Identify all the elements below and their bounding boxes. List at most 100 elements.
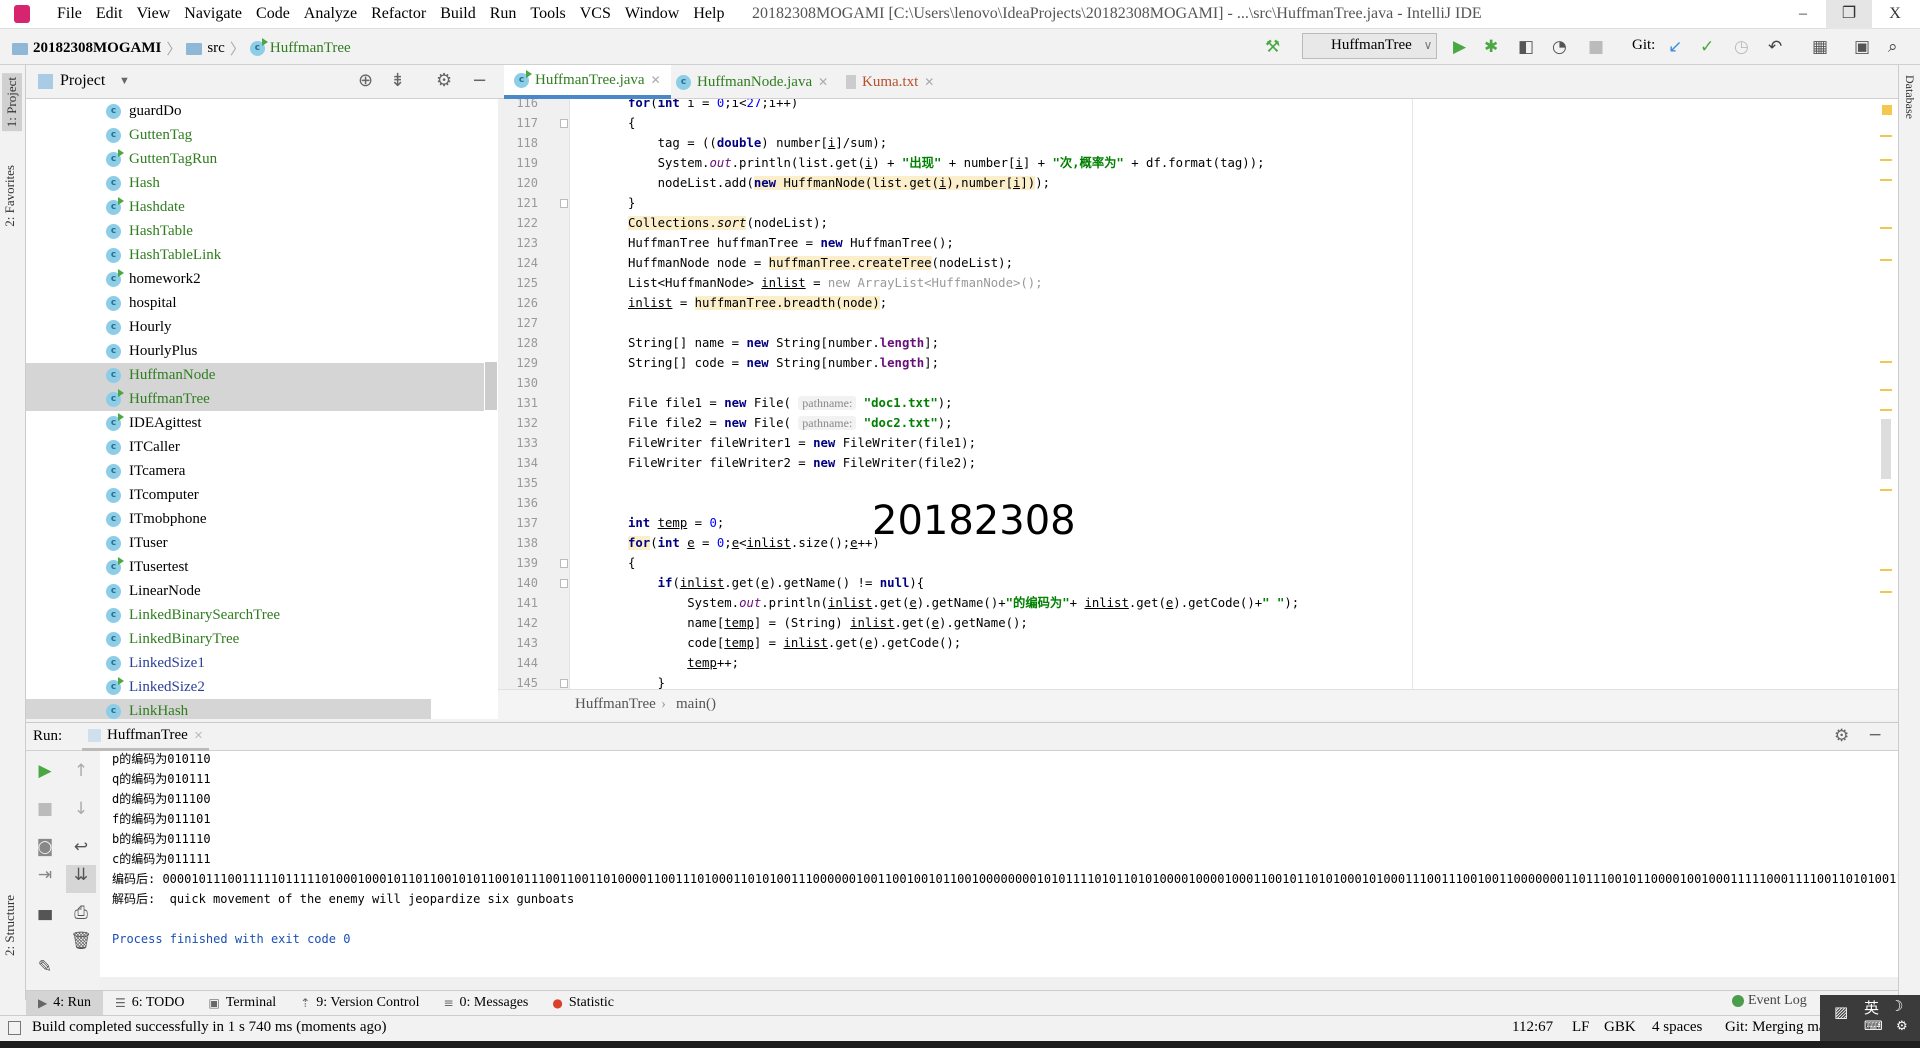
breadcrumb-project[interactable]: 20182308MOGAMI	[33, 40, 161, 57]
tool-window-6-todo[interactable]: ☰ 6: TODO	[103, 991, 197, 1015]
tree-item[interactable]: c LinkedBinaryTree	[26, 627, 484, 651]
database-tool-tab[interactable]: Database	[1902, 75, 1917, 119]
favorites-tool-tab[interactable]: 2: Favorites	[2, 165, 18, 227]
rollback-icon[interactable]: ↶	[1768, 37, 1782, 57]
tree-item[interactable]: c GuttenTagRun	[26, 147, 484, 171]
menu-file[interactable]: File	[57, 5, 82, 23]
tab-huffmannode-java[interactable]: c HuffmanNode.java ✕	[666, 65, 838, 99]
scroll-to-end-icon[interactable]: ⇊	[66, 865, 96, 893]
debug-icon[interactable]: ✱	[1484, 37, 1498, 57]
search-icon[interactable]: ⌕	[1888, 37, 1898, 57]
tree-item[interactable]: c ITcamera	[26, 459, 484, 483]
file-encoding[interactable]: GBK	[1604, 1019, 1636, 1036]
tree-item[interactable]: c HashTableLink	[26, 243, 484, 267]
rerun-icon[interactable]: ▶	[32, 761, 58, 781]
stop-icon[interactable]: ■	[1588, 37, 1604, 57]
console-horizontal-scrollbar[interactable]	[100, 977, 1898, 990]
tree-item[interactable]: c homework2	[26, 267, 484, 291]
tree-item[interactable]: c Hashdate	[26, 195, 484, 219]
tree-item[interactable]: c GuttenTag	[26, 123, 484, 147]
menu-navigate[interactable]: Navigate	[184, 5, 242, 23]
coverage-icon[interactable]: ◧	[1518, 37, 1534, 57]
tab-kuma-txt[interactable]: Kuma.txt ✕	[836, 65, 944, 99]
tab-huffmantree-java[interactable]: c HuffmanTree.java ✕	[504, 65, 671, 99]
run-configuration-select[interactable]: HuffmanTree ∨	[1302, 33, 1437, 59]
git-update-icon[interactable]: ↙	[1668, 37, 1682, 57]
code-editor[interactable]: 116 117 118 119 120 121 122 123 124 125 126 127 128 1…	[498, 99, 1898, 689]
presentation-icon[interactable]: ▣	[1854, 37, 1870, 57]
trash-icon[interactable]: 🗑	[68, 931, 94, 951]
image-icon[interactable]: ▨	[1834, 1003, 1848, 1021]
tool-window-4-run[interactable]: ▶ 4: Run	[26, 991, 103, 1015]
history-icon[interactable]: ◷	[1734, 37, 1749, 57]
restore-button[interactable]: ❐	[1826, 0, 1872, 29]
hide-icon[interactable]: −	[1868, 725, 1882, 745]
project-tool-tab[interactable]: 1: Project	[2, 73, 22, 132]
hide-icon[interactable]: −	[472, 70, 487, 91]
collapse-all-icon[interactable]: ⇟	[390, 70, 405, 91]
locate-icon[interactable]: ⊕	[358, 70, 373, 91]
caret-position[interactable]: 112:67	[1512, 1019, 1553, 1036]
tool-window-0-messages[interactable]: ≡ 0: Messages	[431, 991, 540, 1015]
gear-icon[interactable]: ⚙	[436, 70, 452, 91]
tree-item[interactable]: c guardDo	[26, 99, 484, 123]
run-icon[interactable]: ▶	[1453, 37, 1466, 57]
tree-item[interactable]: c HuffmanTree	[26, 387, 484, 411]
tree-item[interactable]: c HourlyPlus	[26, 339, 484, 363]
menu-edit[interactable]: Edit	[96, 5, 123, 23]
breadcrumb-method[interactable]: main()	[676, 696, 716, 713]
breadcrumb-class[interactable]: HuffmanTree	[575, 696, 656, 713]
menu-help[interactable]: Help	[693, 5, 724, 23]
editor-scrollbar[interactable]	[1872, 99, 1898, 689]
project-structure-icon[interactable]: ▦	[1812, 37, 1828, 57]
gear-icon[interactable]: ⚙	[1896, 1019, 1908, 1034]
breadcrumb-src[interactable]: src	[207, 40, 225, 57]
tree-item[interactable]: c LinkedBinarySearchTree	[26, 603, 484, 627]
soft-wrap-icon[interactable]: ↩	[68, 837, 94, 857]
tree-item[interactable]: c LinearNode	[26, 579, 484, 603]
menu-build[interactable]: Build	[440, 5, 476, 23]
menu-code[interactable]: Code	[256, 5, 290, 23]
run-tab[interactable]: HuffmanTree ✕	[82, 723, 210, 751]
menu-view[interactable]: View	[137, 5, 171, 23]
moon-icon[interactable]: ☽	[1890, 997, 1903, 1015]
profile-icon[interactable]: ◔	[1552, 37, 1567, 57]
tool-window-terminal[interactable]: ▣ Terminal	[197, 991, 289, 1015]
menu-vcs[interactable]: VCS	[580, 5, 611, 23]
project-scrollbar[interactable]	[485, 362, 497, 410]
minimize-button[interactable]: –	[1780, 0, 1826, 29]
down-arrow-icon[interactable]: ↓	[68, 799, 94, 819]
tree-item[interactable]: c HashTable	[26, 219, 484, 243]
menu-analyze[interactable]: Analyze	[304, 5, 357, 23]
camera-icon[interactable]: ◙	[32, 837, 58, 857]
keyboard-icon[interactable]: ⌨	[1864, 1019, 1883, 1034]
close-tab-icon[interactable]: ✕	[818, 75, 828, 89]
tree-item[interactable]: c LinkHash	[26, 699, 431, 719]
close-tab-icon[interactable]: ✕	[924, 75, 934, 89]
build-hammer-icon[interactable]: ⚒	[1265, 37, 1280, 57]
pin-icon[interactable]: ✎	[32, 957, 58, 977]
line-separator[interactable]: LF	[1572, 1019, 1590, 1036]
status-toggle-icon[interactable]	[8, 1021, 21, 1035]
console-output[interactable]: p的编码为010110 q的编码为010111 d的编码为011100 f的编码为01…	[100, 751, 1898, 977]
close-tab-icon[interactable]: ✕	[194, 729, 203, 742]
tree-item[interactable]: c ITcomputer	[26, 483, 484, 507]
scroll-thumb[interactable]	[1881, 419, 1891, 479]
breadcrumb-file[interactable]: HuffmanTree	[270, 40, 351, 57]
fold-marker-icon[interactable]	[560, 199, 568, 208]
event-log[interactable]: Event Log	[1732, 993, 1807, 1009]
menu-run[interactable]: Run	[490, 5, 517, 23]
chevron-down-icon[interactable]: ▼	[119, 75, 130, 87]
gear-icon[interactable]: ⚙	[1834, 726, 1849, 746]
tree-item[interactable]: c LinkedSize2	[26, 675, 484, 699]
ime-language[interactable]: 英	[1864, 997, 1879, 1018]
tree-item[interactable]: c hospital	[26, 291, 484, 315]
restore-layout-icon[interactable]: ⇥	[32, 865, 58, 885]
close-tab-icon[interactable]: ✕	[651, 73, 661, 87]
tree-item[interactable]: c HuffmanNode	[26, 363, 484, 387]
tool-window-9-version-control[interactable]: ⇡ 9: Version Control	[288, 991, 431, 1015]
tree-item[interactable]: c LinkedSize1	[26, 651, 484, 675]
layout-icon[interactable]: ▀	[32, 911, 58, 931]
fold-marker-icon[interactable]	[560, 119, 568, 128]
tree-item[interactable]: c ITusertest	[26, 555, 484, 579]
